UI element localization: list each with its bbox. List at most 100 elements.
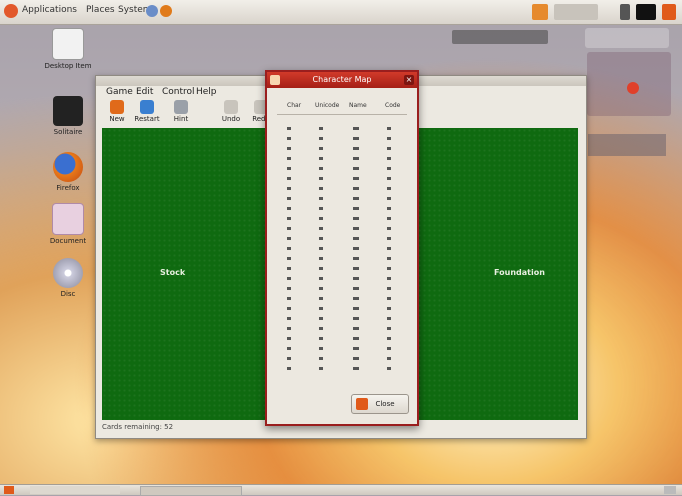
character-row[interactable] — [267, 134, 417, 144]
desktop-icon-4[interactable]: Document — [38, 203, 98, 245]
character-row[interactable] — [267, 214, 417, 224]
glyph-mark — [353, 227, 359, 230]
column-header[interactable]: Char — [287, 102, 301, 109]
menu-places[interactable]: Places — [86, 5, 115, 15]
tray-network-icon[interactable] — [620, 4, 630, 20]
glyph-mark — [387, 237, 391, 240]
glyph-mark — [387, 137, 391, 140]
menu-help[interactable]: Help — [196, 87, 217, 97]
glyph-mark — [387, 177, 391, 180]
character-row[interactable] — [267, 324, 417, 334]
character-row[interactable] — [267, 184, 417, 194]
glyph-mark — [387, 157, 391, 160]
new-game-button[interactable]: New — [102, 100, 132, 123]
glyph-mark — [319, 327, 323, 330]
desktop-icon-5[interactable]: Disc — [38, 258, 98, 298]
character-dialog: Character Map × Char Unicode Name Code C… — [265, 70, 419, 426]
glyph-mark — [387, 357, 391, 360]
help-icon[interactable] — [146, 5, 158, 17]
glyph-mark — [353, 217, 359, 220]
character-row[interactable] — [267, 224, 417, 234]
character-row[interactable] — [267, 354, 417, 364]
glyph-mark — [287, 287, 291, 290]
trash-icon[interactable] — [664, 486, 676, 494]
column-header[interactable]: Unicode — [315, 102, 339, 109]
glyph-mark — [319, 227, 323, 230]
desktop-icon-label: Disc — [60, 290, 76, 298]
character-row[interactable] — [267, 244, 417, 254]
menu-game[interactable]: Game — [106, 87, 133, 97]
character-row[interactable] — [267, 294, 417, 304]
character-row[interactable] — [267, 154, 417, 164]
dialog-titlebar[interactable]: Character Map × — [267, 72, 417, 88]
tray-volume-icon[interactable] — [636, 4, 656, 20]
glyph-mark — [287, 207, 291, 210]
column-header[interactable]: Name — [349, 102, 367, 109]
tray-power-icon[interactable] — [662, 4, 676, 20]
ubuntu-logo-icon[interactable] — [4, 4, 18, 18]
taskbar-item[interactable] — [30, 486, 120, 494]
tray-indicator-icon[interactable] — [532, 4, 548, 20]
glyph-mark — [287, 357, 291, 360]
character-row[interactable] — [267, 304, 417, 314]
character-row[interactable] — [267, 254, 417, 264]
character-row[interactable] — [267, 144, 417, 154]
document-icon — [52, 28, 84, 60]
taskbar-item[interactable] — [140, 486, 242, 496]
glyph-mark — [287, 217, 291, 220]
column-header[interactable]: Code — [385, 102, 400, 109]
glyph-mark — [353, 137, 359, 140]
glyph-mark — [287, 367, 291, 370]
character-row[interactable] — [267, 314, 417, 324]
glyph-mark — [287, 317, 291, 320]
glyph-mark — [319, 167, 323, 170]
menu-control[interactable]: Control — [162, 87, 195, 97]
glyph-mark — [287, 297, 291, 300]
hint-button[interactable]: Hint — [166, 100, 196, 123]
menu-applications[interactable]: Applications — [22, 5, 77, 15]
character-row[interactable] — [267, 274, 417, 284]
firefox-launcher-icon[interactable] — [160, 5, 172, 17]
glyph-mark — [287, 167, 291, 170]
character-row[interactable] — [267, 174, 417, 184]
tool-label: New — [109, 115, 125, 123]
show-desktop-icon[interactable] — [4, 486, 14, 494]
glyph-mark — [353, 197, 359, 200]
cd-icon — [53, 258, 83, 288]
header-divider — [277, 114, 407, 115]
desktop-icon-2[interactable]: Solitaire — [38, 96, 98, 136]
undo-button[interactable]: Undo — [216, 100, 246, 123]
character-row[interactable] — [267, 194, 417, 204]
glyph-mark — [287, 147, 291, 150]
menu-edit[interactable]: Edit — [136, 87, 153, 97]
character-row[interactable] — [267, 234, 417, 244]
glyph-mark — [387, 327, 391, 330]
folder-icon — [52, 203, 84, 235]
desktop-icon-3[interactable]: Firefox — [38, 152, 98, 192]
undo-icon — [224, 100, 238, 114]
character-row[interactable] — [267, 164, 417, 174]
character-row[interactable] — [267, 364, 417, 374]
glyph-mark — [387, 257, 391, 260]
restart-button[interactable]: Restart — [132, 100, 162, 123]
character-row[interactable] — [267, 204, 417, 214]
desktop-icon-1[interactable]: Desktop Item — [38, 28, 98, 70]
close-button[interactable]: Close — [351, 394, 409, 414]
glyph-mark — [353, 367, 359, 370]
glyph-mark — [387, 217, 391, 220]
character-row[interactable] — [267, 284, 417, 294]
glyph-mark — [387, 337, 391, 340]
glyph-mark — [319, 307, 323, 310]
character-row[interactable] — [267, 264, 417, 274]
close-icon[interactable]: × — [404, 75, 414, 85]
character-row[interactable] — [267, 334, 417, 344]
cards-icon — [53, 96, 83, 126]
glyph-mark — [353, 347, 359, 350]
character-row[interactable] — [267, 124, 417, 134]
desktop-panel-widget — [588, 134, 666, 156]
glyph-mark — [353, 337, 359, 340]
tray-workspace-icon[interactable] — [554, 4, 598, 20]
glyph-mark — [319, 257, 323, 260]
glyph-mark — [387, 277, 391, 280]
character-row[interactable] — [267, 344, 417, 354]
